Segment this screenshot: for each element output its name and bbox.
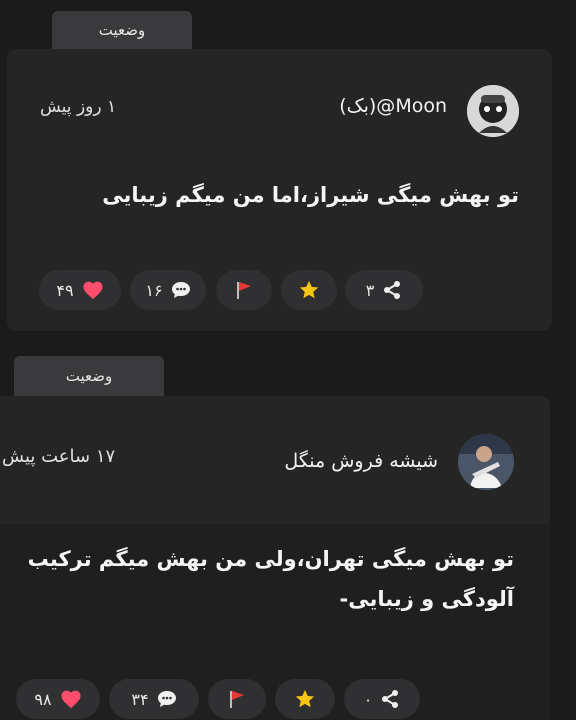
flag-icon [230,691,244,708]
avatar[interactable] [458,434,514,490]
post-time: ۱۷ ساعت پیش [2,446,116,467]
chat-bubble-icon [171,282,190,298]
status-tab-label: وضعیت [98,21,146,39]
chat-bubble-icon [157,691,176,707]
comment-count: ۳۴ [131,689,149,709]
share-icon [384,281,401,299]
post-body: تو بهش میگی تهران،ولی من بهش میگم ترکیب … [0,524,550,720]
username[interactable]: Moon@(بک) [339,95,447,117]
comment-count: ۱۶ [145,280,163,300]
like-button[interactable]: ۹۸ [16,679,100,719]
share-button[interactable]: ۰ [344,679,420,719]
post-card: شیشه فروش منگل ۱۷ ساعت پیش تو بهش میگی ت… [0,396,550,720]
flag-icon [237,282,251,299]
post-text: تو بهش میگی شیراز،اما من میگم زیبایی [102,183,519,207]
share-button[interactable]: ۳ [345,270,423,310]
heart-icon [61,690,81,709]
username[interactable]: شیشه فروش منگل [284,450,438,472]
heart-icon [83,281,103,300]
share-count: ۰ [363,689,373,709]
report-button[interactable] [216,270,272,310]
post-time: ۱ روز پیش [40,97,117,117]
report-button[interactable] [208,679,266,719]
favorite-button[interactable] [281,270,337,310]
star-icon [295,689,315,708]
post-text: تو بهش میگی تهران،ولی من بهش میگم ترکیب … [27,547,514,611]
like-count: ۴۹ [56,280,74,300]
share-count: ۳ [365,280,375,300]
share-icon [382,690,399,708]
status-tab[interactable]: وضعیت [52,11,192,49]
comment-button[interactable]: ۳۴ [109,679,199,719]
like-button[interactable]: ۴۹ [39,270,121,310]
post-card: Moon@(بک) ۱ روز پیش تو بهش میگی شیراز،ام… [7,49,552,331]
favorite-button[interactable] [275,679,335,719]
like-count: ۹۸ [34,689,52,709]
star-icon [299,280,319,299]
status-tab-label: وضعیت [65,367,113,385]
comment-button[interactable]: ۱۶ [130,270,206,310]
status-tab[interactable]: وضعیت [14,356,164,396]
avatar[interactable] [467,85,519,137]
